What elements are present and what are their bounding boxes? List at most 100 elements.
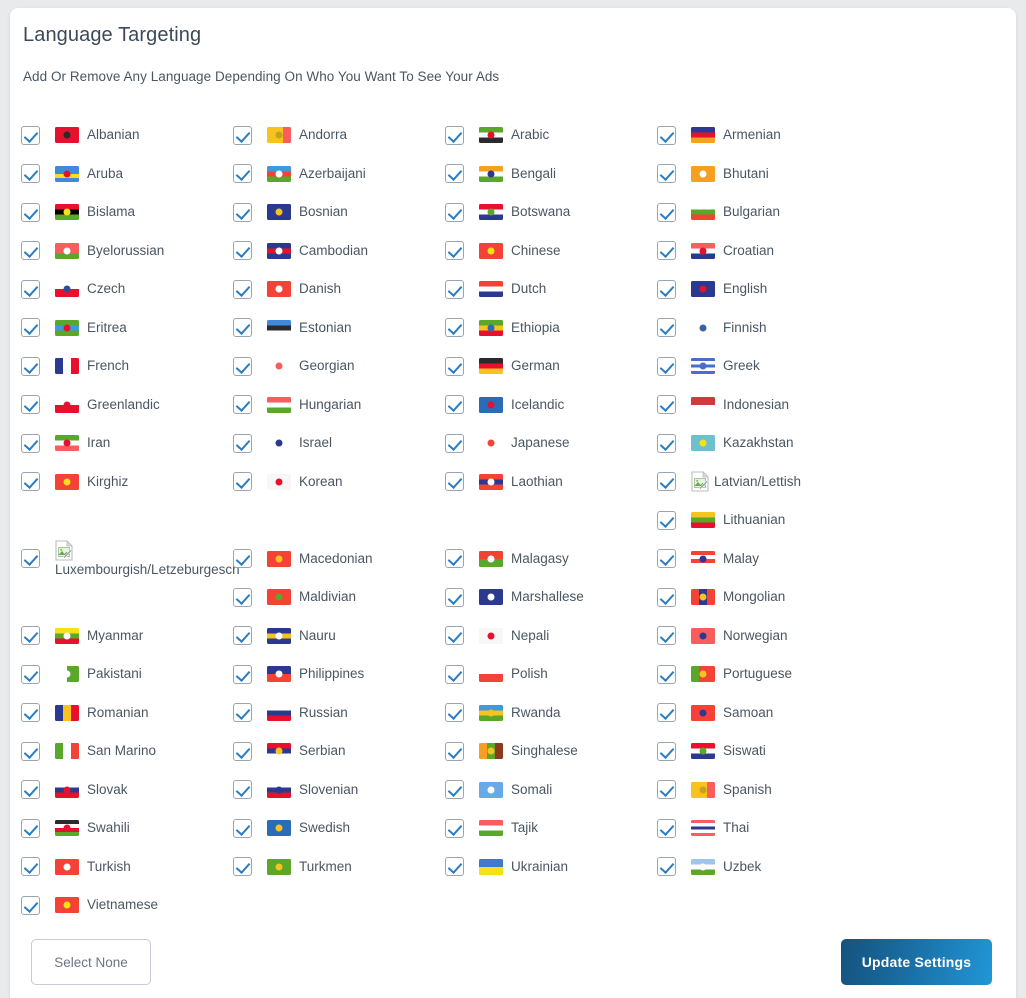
language-row[interactable]: Danish xyxy=(233,270,445,309)
language-checkbox[interactable] xyxy=(445,433,464,453)
language-row[interactable]: Nepali xyxy=(445,617,657,656)
language-checkbox[interactable] xyxy=(445,472,464,492)
language-checkbox[interactable] xyxy=(445,549,464,569)
language-checkbox[interactable] xyxy=(233,664,252,684)
language-checkbox[interactable] xyxy=(445,395,464,415)
language-checkbox[interactable] xyxy=(657,741,676,761)
language-checkbox[interactable] xyxy=(233,395,252,415)
language-row[interactable]: Albanian xyxy=(21,116,233,155)
language-checkbox[interactable] xyxy=(233,780,252,800)
language-checkbox[interactable] xyxy=(233,703,252,723)
language-row[interactable]: San Marino xyxy=(21,732,233,771)
language-checkbox[interactable] xyxy=(21,356,40,376)
language-row[interactable]: Portuguese xyxy=(657,655,1006,694)
language-row[interactable]: Azerbaijani xyxy=(233,155,445,194)
language-checkbox[interactable] xyxy=(21,433,40,453)
language-row[interactable]: Eritrea xyxy=(21,309,233,348)
language-checkbox[interactable] xyxy=(445,780,464,800)
language-checkbox[interactable] xyxy=(21,895,40,915)
language-checkbox[interactable] xyxy=(21,548,40,568)
language-row[interactable]: Macedonian xyxy=(233,540,445,579)
language-row[interactable]: Cambodian xyxy=(233,232,445,271)
language-row[interactable]: Czech xyxy=(21,270,233,309)
language-checkbox[interactable] xyxy=(233,741,252,761)
language-checkbox[interactable] xyxy=(445,664,464,684)
language-checkbox[interactable] xyxy=(445,587,464,607)
language-checkbox[interactable] xyxy=(657,125,676,145)
language-checkbox[interactable] xyxy=(21,202,40,222)
language-checkbox[interactable] xyxy=(21,664,40,684)
language-row[interactable]: Ukrainian xyxy=(445,848,657,887)
language-row[interactable]: Uzbek xyxy=(657,848,1006,887)
language-checkbox[interactable] xyxy=(657,241,676,261)
language-checkbox[interactable] xyxy=(21,703,40,723)
language-row[interactable]: Iran xyxy=(21,424,233,463)
language-checkbox[interactable] xyxy=(233,318,252,338)
language-row[interactable]: Malagasy xyxy=(445,540,657,579)
language-checkbox[interactable] xyxy=(445,703,464,723)
language-row[interactable]: Slovenian xyxy=(233,771,445,810)
language-checkbox[interactable] xyxy=(233,549,252,569)
language-row[interactable]: Slovak xyxy=(21,771,233,810)
language-checkbox[interactable] xyxy=(233,202,252,222)
language-checkbox[interactable] xyxy=(233,587,252,607)
language-row[interactable]: Nauru xyxy=(233,617,445,656)
language-row[interactable]: Maldivian xyxy=(233,578,445,617)
language-row[interactable]: Indonesian xyxy=(657,386,1006,425)
language-row[interactable]: Bosnian xyxy=(233,193,445,232)
language-checkbox[interactable] xyxy=(657,549,676,569)
language-checkbox[interactable] xyxy=(445,857,464,877)
language-checkbox[interactable] xyxy=(657,664,676,684)
language-checkbox[interactable] xyxy=(233,857,252,877)
language-checkbox[interactable] xyxy=(21,818,40,838)
language-row[interactable]: Lithuanian xyxy=(657,501,1006,540)
language-row[interactable]: Hungarian xyxy=(233,386,445,425)
language-checkbox[interactable] xyxy=(21,318,40,338)
language-checkbox[interactable] xyxy=(233,433,252,453)
language-checkbox[interactable] xyxy=(657,472,676,492)
language-checkbox[interactable] xyxy=(657,164,676,184)
language-row[interactable]: Singhalese xyxy=(445,732,657,771)
language-checkbox[interactable] xyxy=(21,241,40,261)
language-row[interactable]: Spanish xyxy=(657,771,1006,810)
language-checkbox[interactable] xyxy=(657,279,676,299)
language-row[interactable]: Byelorussian xyxy=(21,232,233,271)
language-checkbox[interactable] xyxy=(21,164,40,184)
language-row[interactable]: Korean xyxy=(233,463,445,502)
language-row[interactable]: Bhutani xyxy=(657,155,1006,194)
language-row[interactable]: Bengali xyxy=(445,155,657,194)
language-checkbox[interactable] xyxy=(657,510,676,530)
language-checkbox[interactable] xyxy=(21,395,40,415)
language-checkbox[interactable] xyxy=(233,279,252,299)
language-checkbox[interactable] xyxy=(233,356,252,376)
language-checkbox[interactable] xyxy=(233,241,252,261)
select-none-button[interactable]: Select None xyxy=(31,939,151,985)
language-row[interactable]: Samoan xyxy=(657,694,1006,733)
language-row[interactable]: Aruba xyxy=(21,155,233,194)
language-row[interactable]: Marshallese xyxy=(445,578,657,617)
language-checkbox[interactable] xyxy=(445,356,464,376)
language-checkbox[interactable] xyxy=(445,318,464,338)
language-row[interactable]: Botswana xyxy=(445,193,657,232)
language-row[interactable]: Kirghiz xyxy=(21,463,233,502)
language-row[interactable]: Chinese xyxy=(445,232,657,271)
language-row[interactable]: Turkmen xyxy=(233,848,445,887)
language-row[interactable]: Malay xyxy=(657,540,1006,579)
language-checkbox[interactable] xyxy=(21,626,40,646)
language-checkbox[interactable] xyxy=(657,587,676,607)
language-row[interactable]: Israel xyxy=(233,424,445,463)
language-checkbox[interactable] xyxy=(445,164,464,184)
language-checkbox[interactable] xyxy=(657,318,676,338)
language-checkbox[interactable] xyxy=(445,125,464,145)
language-checkbox[interactable] xyxy=(657,202,676,222)
language-row[interactable]: Icelandic xyxy=(445,386,657,425)
language-row[interactable]: Turkish xyxy=(21,848,233,887)
language-row[interactable]: Laothian xyxy=(445,463,657,502)
language-row[interactable]: Thai xyxy=(657,809,1006,848)
language-row[interactable]: Siswati xyxy=(657,732,1006,771)
language-checkbox[interactable] xyxy=(657,703,676,723)
language-row[interactable]: Polish xyxy=(445,655,657,694)
language-checkbox[interactable] xyxy=(233,125,252,145)
language-row[interactable]: Tajik xyxy=(445,809,657,848)
language-row[interactable]: Philippines xyxy=(233,655,445,694)
